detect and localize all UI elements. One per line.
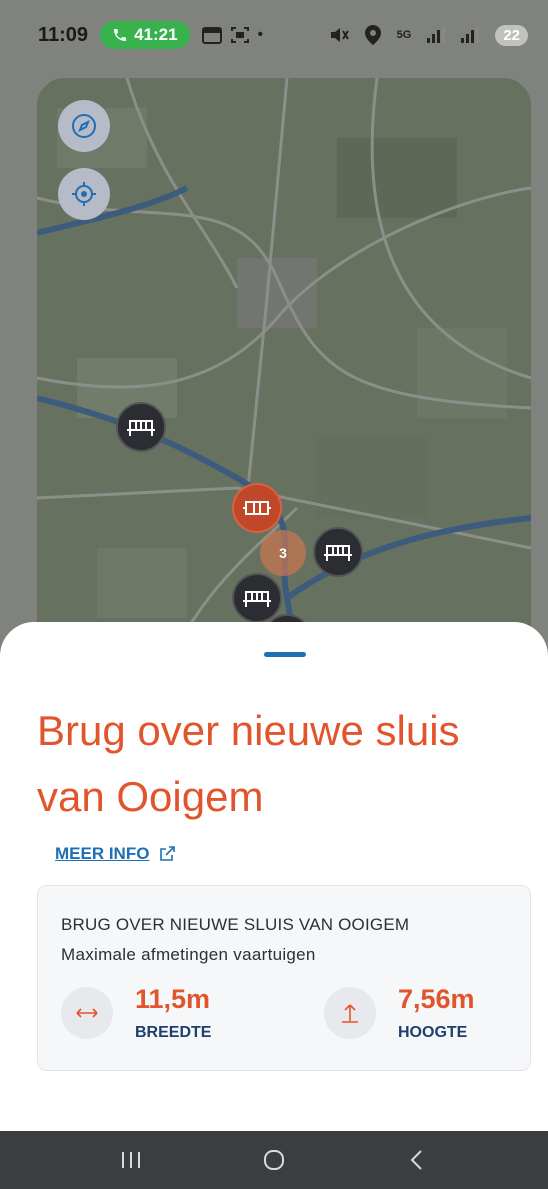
title-line-1: Brug over nieuwe sluis	[37, 707, 460, 754]
recent-apps-button[interactable]	[101, 1140, 161, 1180]
bridge-icon	[243, 591, 271, 607]
bridge-icon	[324, 545, 352, 561]
cluster-count: 3	[279, 545, 287, 561]
status-right: 5G 22	[329, 24, 528, 46]
width-text: 11,5m BREEDTE	[135, 984, 211, 1042]
recent-apps-icon	[122, 1152, 141, 1168]
app-screen: 11:09 41:21 • 5G 22 3 Brug over nieuwe s…	[0, 0, 548, 1189]
more-info-label: MEER INFO	[55, 844, 150, 863]
back-icon	[410, 1150, 422, 1170]
home-button[interactable]	[244, 1140, 304, 1180]
width-value: 11,5m	[135, 984, 211, 1014]
5g-icon: 5G	[396, 29, 412, 41]
screenshot-icon	[230, 26, 250, 44]
lock-icon	[243, 501, 271, 515]
lock-marker-active[interactable]	[232, 483, 282, 533]
bottom-sheet: Brug over nieuwe sluis van Ooigem MEER I…	[0, 622, 548, 1132]
system-nav-bar	[0, 1131, 548, 1189]
width-dimension: 11,5m BREEDTE	[61, 984, 211, 1042]
height-arrow-icon	[324, 987, 376, 1039]
title-line-2: van Ooigem	[37, 773, 264, 820]
external-link-icon	[160, 846, 176, 861]
cluster-marker[interactable]: 3	[260, 530, 306, 576]
map-view[interactable]: 3	[37, 78, 531, 698]
home-icon	[263, 1150, 284, 1170]
locate-button[interactable]	[58, 168, 110, 220]
calendar-icon	[201, 26, 222, 44]
signal-icon	[461, 27, 480, 43]
phone-icon	[114, 29, 127, 41]
height-text: 7,56m HOOGTE	[398, 984, 475, 1042]
bridge-icon	[127, 420, 155, 436]
bridge-marker[interactable]	[116, 402, 166, 452]
mute-icon	[329, 26, 349, 44]
signal-icon	[427, 27, 446, 43]
bridge-marker[interactable]	[232, 573, 282, 623]
sheet-handle[interactable]	[264, 652, 306, 657]
status-bar: 11:09 41:21 • 5G 22	[0, 0, 548, 70]
compass-button[interactable]	[58, 100, 110, 152]
dot-icon: •	[257, 26, 264, 43]
compass-icon	[72, 114, 96, 138]
card-name: BRUG OVER NIEUWE SLUIS VAN OOIGEM	[61, 915, 410, 934]
sheet-title: Brug over nieuwe sluis van Ooigem	[37, 698, 527, 830]
width-arrow-icon	[61, 987, 113, 1039]
map-terrain	[37, 78, 531, 698]
back-button[interactable]	[387, 1140, 447, 1180]
status-time: 11:09	[38, 23, 89, 46]
height-dimension: 7,56m HOOGTE	[324, 984, 475, 1042]
bridge-marker[interactable]	[313, 527, 363, 577]
location-icon	[364, 25, 381, 45]
dimensions-card: BRUG OVER NIEUWE SLUIS VAN OOIGEM Maxima…	[37, 885, 531, 1071]
height-value: 7,56m	[398, 984, 475, 1014]
locate-icon	[72, 182, 96, 206]
call-timer: 41:21	[134, 25, 178, 44]
call-indicator[interactable]: 41:21	[100, 21, 190, 49]
width-label: BREEDTE	[135, 1024, 212, 1041]
battery-icon: 22	[495, 24, 528, 46]
card-subtitle: Maximale afmetingen vaartuigen	[61, 945, 316, 964]
height-label: HOOGTE	[398, 1024, 468, 1041]
more-info-link[interactable]: MEER INFO	[55, 844, 176, 864]
